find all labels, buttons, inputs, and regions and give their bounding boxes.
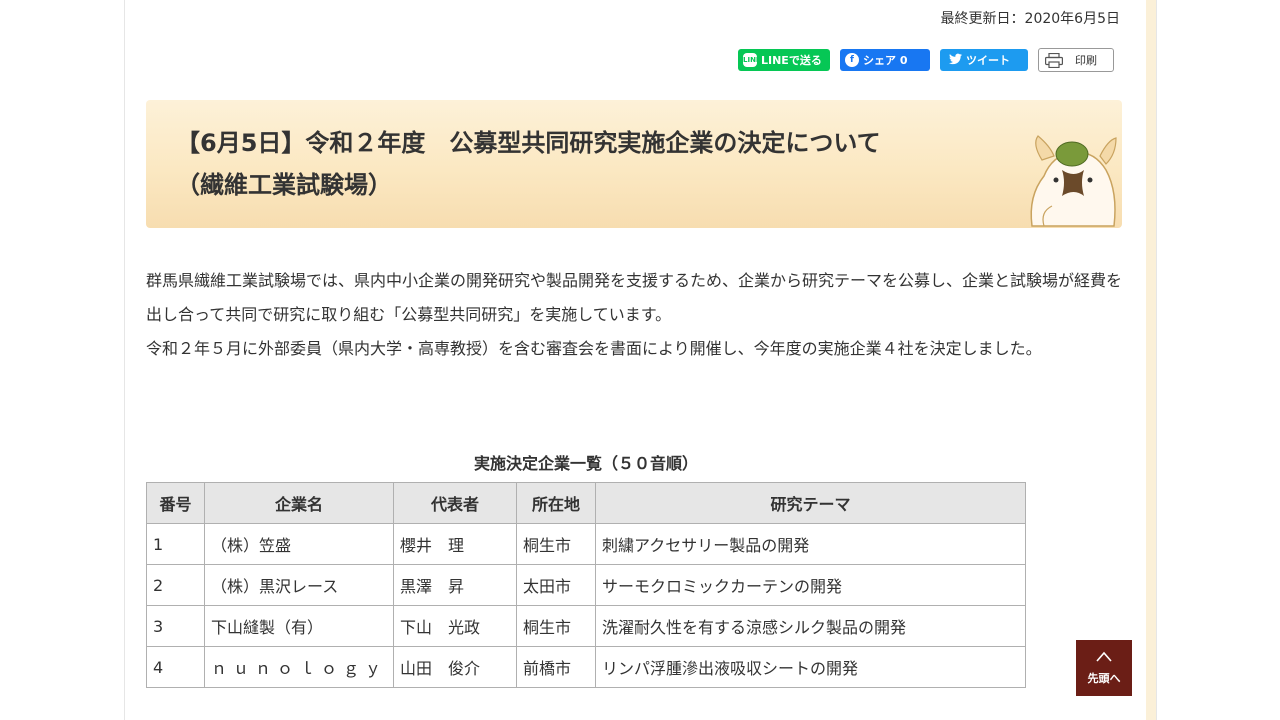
column-header-representative: 代表者 — [393, 482, 517, 524]
line-share-label: LINEで送る — [761, 54, 822, 67]
print-button[interactable]: 印刷 — [1038, 48, 1114, 72]
cell-location: 桐生市 — [516, 605, 596, 647]
back-to-top-button[interactable]: 先頭へ — [1076, 640, 1132, 696]
page-title-line2: （繊維工業試験場） — [176, 171, 392, 199]
print-label: 印刷 — [1075, 54, 1097, 67]
cell-theme: 刺繍アクセサリー製品の開発 — [595, 523, 1026, 565]
facebook-icon: f — [845, 53, 859, 67]
cell-company: 下山縫製（有） — [204, 605, 394, 647]
cell-number: 1 — [146, 523, 205, 565]
twitter-bird-icon — [948, 53, 962, 67]
printer-icon — [1045, 52, 1063, 69]
gunma-mascot-icon — [1030, 135, 1117, 227]
table-row: 3 下山縫製（有） 下山 光政 桐生市 洗濯耐久性を有する涼感シルク製品の開発 — [146, 605, 1026, 647]
cell-representative: 山田 俊介 — [393, 646, 517, 688]
page-title-line1: 【6月5日】令和２年度 公募型共同研究実施企業の決定について — [176, 129, 881, 157]
article-paragraph-1: 群馬県繊維工業試験場では、県内中小企業の開発研究や製品開発を支援するため、企業か… — [146, 271, 1123, 324]
column-header-location: 所在地 — [516, 482, 596, 524]
cell-location: 前橋市 — [516, 646, 596, 688]
facebook-share-label: シェア 0 — [863, 54, 908, 67]
article-paragraph-2: 令和２年５月に外部委員（県内大学・高専教授）を含む審査会を書面により開催し、今年… — [146, 339, 1042, 358]
companies-table: 番号 企業名 代表者 所在地 研究テーマ 1 （株）笠盛 櫻井 理 桐生市 刺繍… — [146, 482, 1026, 688]
cell-number: 4 — [146, 646, 205, 688]
line-share-button[interactable]: LINE LINEで送る — [738, 49, 830, 71]
table-row: 1 （株）笠盛 櫻井 理 桐生市 刺繍アクセサリー製品の開発 — [146, 523, 1026, 565]
table-row: 4 ｎｕｎｏｌｏｇｙ 山田 俊介 前橋市 リンパ浮腫滲出液吸収シートの開発 — [146, 646, 1026, 688]
table-header-row: 番号 企業名 代表者 所在地 研究テーマ — [146, 482, 1026, 524]
article-body: 群馬県繊維工業試験場では、県内中小企業の開発研究や製品開発を支援するため、企業か… — [146, 264, 1126, 366]
column-header-theme: 研究テーマ — [595, 482, 1026, 524]
back-to-top-label: 先頭へ — [1087, 672, 1121, 685]
last-updated: 最終更新日：2020年6月5日 — [940, 11, 1120, 27]
chevron-up-icon — [1096, 651, 1112, 662]
line-icon: LINE — [743, 53, 761, 67]
table-caption: 実施決定企業一覧（５０音順） — [473, 454, 698, 473]
cell-representative: 黒澤 昇 — [393, 564, 517, 606]
cell-location: 桐生市 — [516, 523, 596, 565]
tweet-button[interactable]: ツイート — [940, 49, 1028, 71]
page-title: 【6月5日】令和２年度 公募型共同研究実施企業の決定について （繊維工業試験場） — [176, 122, 1006, 206]
cell-theme: 洗濯耐久性を有する涼感シルク製品の開発 — [595, 605, 1026, 647]
share-bar: LINE LINEで送る f シェア 0 ツイート 印刷 — [738, 48, 1114, 72]
column-header-number: 番号 — [146, 482, 205, 524]
cell-company: （株）笠盛 — [204, 523, 394, 565]
cell-representative: 櫻井 理 — [393, 523, 517, 565]
cell-theme: リンパ浮腫滲出液吸収シートの開発 — [595, 646, 1026, 688]
cell-number: 3 — [146, 605, 205, 647]
cell-company: ｎｕｎｏｌｏｇｙ — [204, 646, 394, 688]
right-decor-stripe — [1146, 0, 1156, 720]
left-gutter — [0, 0, 125, 720]
cell-representative: 下山 光政 — [393, 605, 517, 647]
tweet-label: ツイート — [966, 54, 1010, 67]
cell-number: 2 — [146, 564, 205, 606]
page-title-banner: 【6月5日】令和２年度 公募型共同研究実施企業の決定について （繊維工業試験場） — [146, 100, 1122, 228]
right-gutter — [1156, 0, 1280, 720]
cell-company: （株）黒沢レース — [204, 564, 394, 606]
facebook-share-button[interactable]: f シェア 0 — [840, 49, 930, 71]
column-header-company: 企業名 — [204, 482, 394, 524]
table-row: 2 （株）黒沢レース 黒澤 昇 太田市 サーモクロミックカーテンの開発 — [146, 564, 1026, 606]
cell-location: 太田市 — [516, 564, 596, 606]
cell-theme: サーモクロミックカーテンの開発 — [595, 564, 1026, 606]
